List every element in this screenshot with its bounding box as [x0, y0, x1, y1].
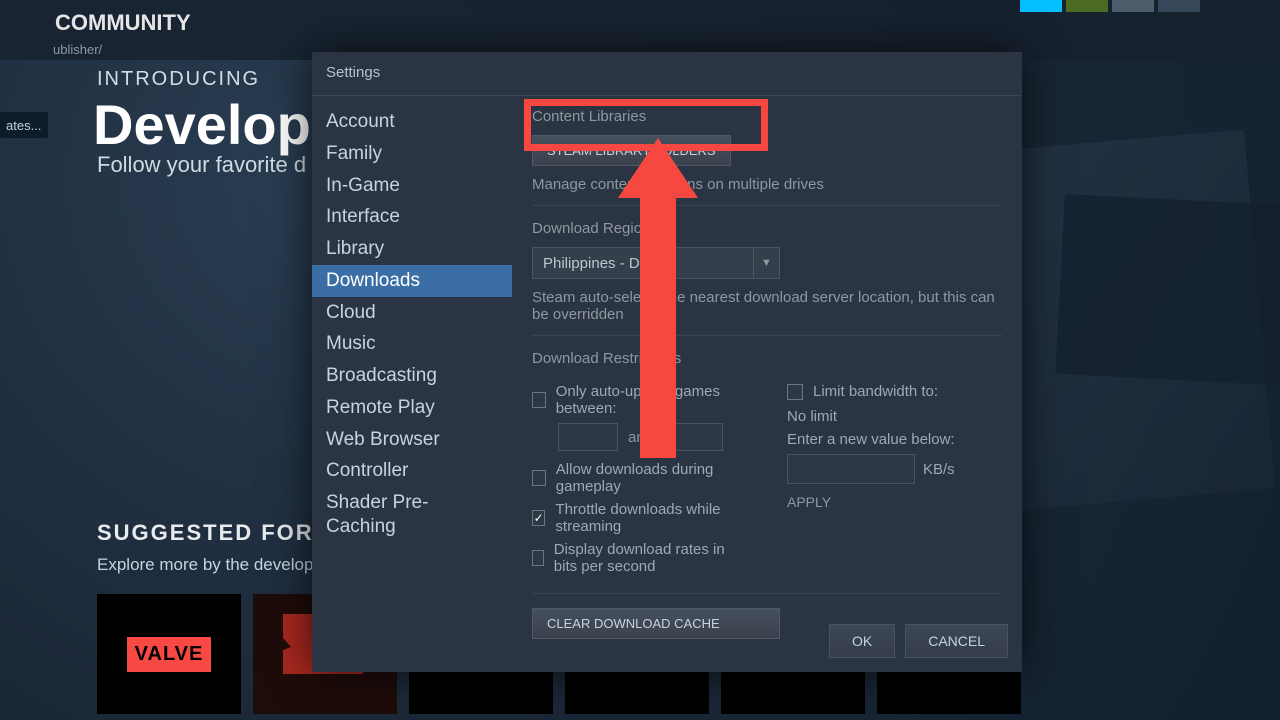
download-region-dropdown[interactable]: Philippines - Davao ▼ [532, 247, 780, 279]
download-region-label: Download Region [532, 220, 1002, 237]
region-help-text: Steam auto-selects the nearest download … [532, 289, 1002, 323]
apply-button[interactable]: APPLY [787, 494, 1002, 510]
sidebar-item-broadcasting[interactable]: Broadcasting [312, 360, 512, 392]
sidebar-item-controller[interactable]: Controller [312, 455, 512, 487]
introducing-label: INTRODUCING [97, 68, 260, 91]
bits-per-second-label: Display download rates in bits per secon… [554, 541, 747, 575]
sidebar-item-library[interactable]: Library [312, 233, 512, 265]
bg-preview-2 [1055, 194, 1280, 386]
breadcrumb: ublisher/ [53, 42, 102, 57]
sidebar-item-shaderprecaching[interactable]: Shader Pre-Caching [312, 487, 512, 543]
ok-button[interactable]: OK [829, 624, 895, 658]
chip-grey2[interactable] [1158, 0, 1200, 12]
divider-1 [532, 205, 1002, 206]
limit-bandwidth-label: Limit bandwidth to: [813, 383, 938, 400]
steam-library-folders-button[interactable]: STEAM LIBRARY FOLDERS [532, 135, 731, 166]
sidebar-item-webbrowser[interactable]: Web Browser [312, 424, 512, 456]
top-nav-bar: COMMUNITY ublisher/ [0, 0, 1280, 60]
sidebar-item-interface[interactable]: Interface [312, 201, 512, 233]
sidebar-item-family[interactable]: Family [312, 138, 512, 170]
divider-2 [532, 335, 1002, 336]
limit-bandwidth-checkbox[interactable] [787, 384, 803, 400]
valve-logo: VALVE [127, 637, 212, 672]
bandwidth-value-input[interactable] [787, 454, 915, 484]
allow-downloads-gameplay-checkbox[interactable] [532, 470, 546, 486]
developer-heading: Develope [93, 92, 342, 157]
explore-text: Explore more by the developers [97, 555, 337, 575]
download-region-value: Philippines - Davao [533, 255, 753, 272]
settings-footer: OK CANCEL [815, 610, 1022, 672]
auto-update-to-input[interactable] [663, 423, 723, 451]
bits-per-second-checkbox[interactable] [532, 550, 544, 566]
settings-dialog: Settings Account Family In-Game Interfac… [312, 52, 1022, 672]
nav-community-label[interactable]: COMMUNITY [55, 10, 191, 36]
settings-title: Settings [312, 52, 1022, 96]
sidebar-item-cloud[interactable]: Cloud [312, 297, 512, 329]
only-auto-update-checkbox[interactable] [532, 392, 546, 408]
manage-locations-text: Manage content locations on multiple dri… [532, 176, 1002, 193]
settings-sidebar: Account Family In-Game Interface Library… [312, 96, 512, 648]
enter-new-value-label: Enter a new value below: [787, 431, 1002, 448]
divider-3 [532, 593, 1002, 594]
sidebar-item-ingame[interactable]: In-Game [312, 170, 512, 202]
ates-pill[interactable]: ates... [0, 112, 48, 138]
auto-update-from-input[interactable] [558, 423, 618, 451]
follow-text: Follow your favorite d [97, 152, 306, 178]
chevron-down-icon: ▼ [753, 248, 779, 278]
allow-downloads-gameplay-label: Allow downloads during gameplay [556, 461, 747, 495]
download-restrictions-label: Download Restrictions [532, 350, 1002, 367]
only-auto-update-label: Only auto-update games between: [556, 383, 747, 417]
throttle-streaming-checkbox[interactable] [532, 510, 545, 526]
throttle-streaming-label: Throttle downloads while streaming [555, 501, 747, 535]
kbps-label: KB/s [923, 461, 955, 478]
top-right-chips [1020, 0, 1200, 12]
sidebar-item-downloads[interactable]: Downloads [312, 265, 512, 297]
and-label: and [628, 429, 653, 446]
clear-download-cache-button[interactable]: CLEAR DOWNLOAD CACHE [532, 608, 780, 639]
chip-blue[interactable] [1020, 0, 1062, 12]
cancel-button[interactable]: CANCEL [905, 624, 1008, 658]
sidebar-item-account[interactable]: Account [312, 106, 512, 138]
sidebar-item-remoteplay[interactable]: Remote Play [312, 392, 512, 424]
sidebar-item-music[interactable]: Music [312, 328, 512, 360]
content-libraries-label: Content Libraries [532, 108, 1002, 125]
settings-content: Content Libraries STEAM LIBRARY FOLDERS … [512, 96, 1022, 648]
card-valve[interactable]: VALVE [97, 594, 241, 714]
chip-green[interactable] [1066, 0, 1108, 12]
chip-grey1[interactable] [1112, 0, 1154, 12]
no-limit-text: No limit [787, 408, 1002, 425]
